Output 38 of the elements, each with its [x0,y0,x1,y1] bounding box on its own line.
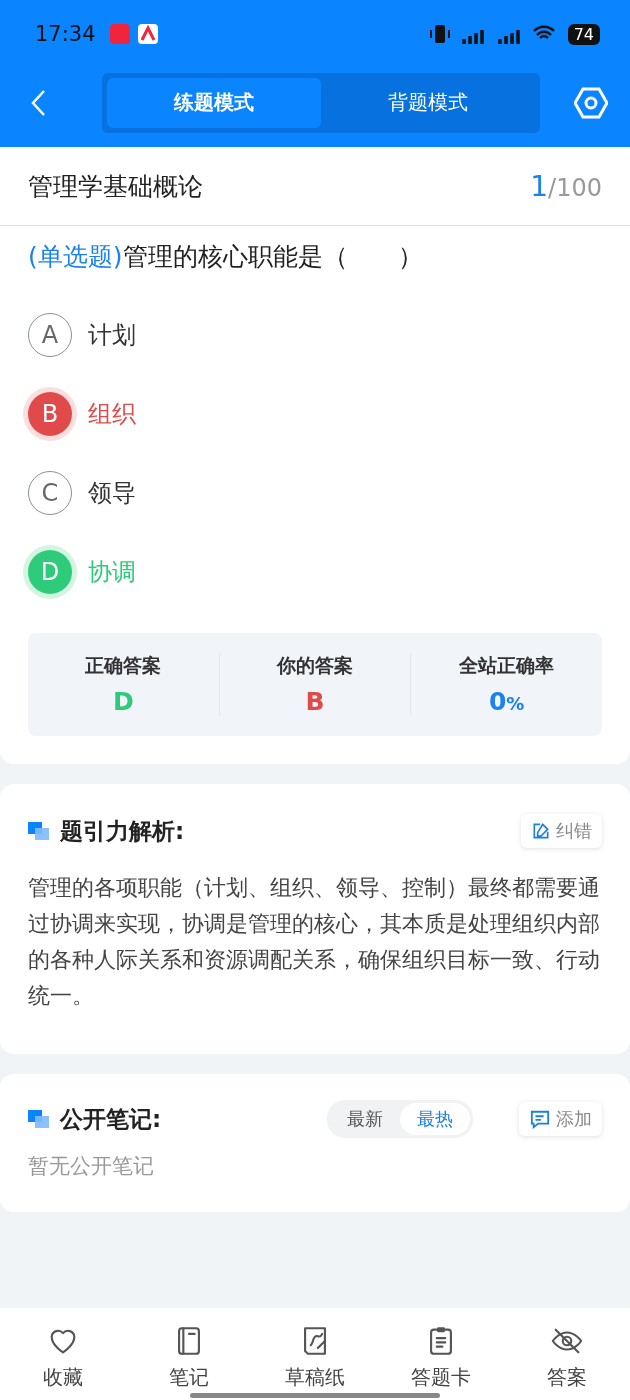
subject-title: 管理学基础概论 [28,170,203,203]
app-icon [137,24,158,44]
toolbar-item[interactable]: 答题卡 [378,1308,504,1400]
report-error-button[interactable]: 纠错 [521,814,602,848]
settings-icon[interactable] [574,86,608,119]
analysis-text: 管理的各项职能（计划、组织、领导、控制）最终都需要通过协调来实现，协调是管理的核心，其本质是处理组织内部的各种人际关系和资源调配关系，确保组织目标一致、行动统一。 [28,874,601,1010]
toolbar-item[interactable]: 答案 [504,1308,630,1400]
toolbar-item[interactable]: 收藏 [0,1308,126,1400]
summary-label: 你的答案 [277,653,353,678]
mode-tab[interactable]: 背题模式 [321,77,535,128]
summary-value: 0% [488,687,525,716]
section-title: 公开笔记: [60,1104,163,1134]
option-text[interactable]: 组织 [88,397,136,430]
add-note-button[interactable]: 添加 [519,1102,602,1136]
option-text[interactable]: 领导 [88,476,136,509]
vibrate-icon [427,24,452,44]
back-icon[interactable] [30,88,46,117]
section-title: 题引力解析: [60,816,186,846]
logo-icon [28,1110,50,1128]
status-time: 17:34 [35,22,96,46]
summary-value: D [112,687,134,716]
logo-icon [28,822,50,840]
edit-icon [531,821,551,841]
option-text[interactable]: 计划 [88,318,136,351]
comment-icon [529,1109,551,1129]
question-counter: 1/100 [530,169,602,203]
sort-tab[interactable]: 最热 [400,1103,470,1135]
toolbar-item[interactable]: 草稿纸 [252,1308,378,1400]
app-icon [109,24,130,44]
sort-tab[interactable]: 最新 [330,1103,400,1135]
toolbar-item[interactable]: 笔记 [126,1308,252,1400]
empty-notes-text: 暂无公开笔记 [28,1153,155,1180]
summary-label: 正确答案 [85,653,162,678]
battery-level: 74 [567,23,600,45]
summary-label: 全站正确率 [459,653,555,678]
summary-value: B [305,687,325,716]
question-text: (单选题)管理的核心职能是（ ） [28,241,424,273]
mode-tab[interactable]: 练题模式 [107,77,321,128]
